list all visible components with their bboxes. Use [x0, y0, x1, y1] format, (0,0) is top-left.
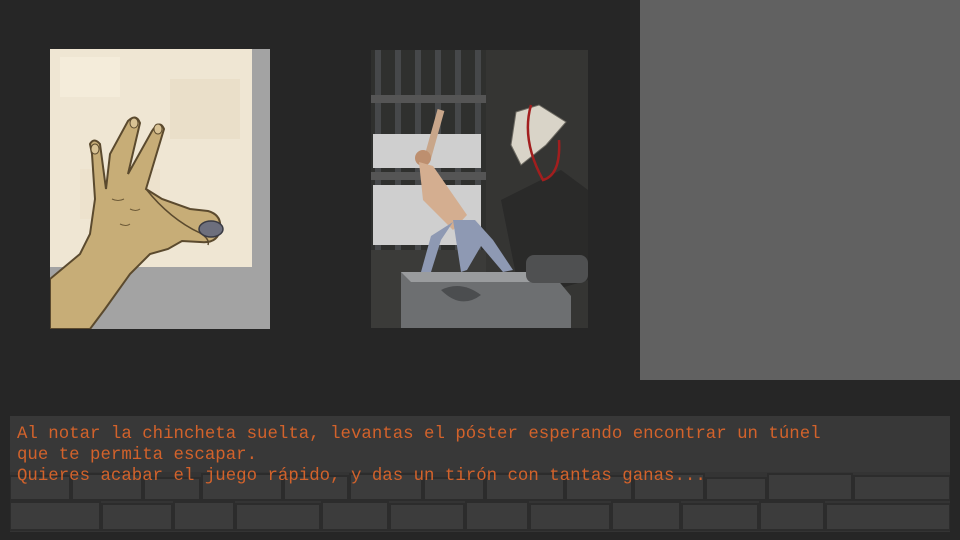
poster-pull-illustration	[371, 50, 588, 328]
dialog-line-1: Al notar la chincheta suelta, levantas e…	[17, 425, 821, 465]
hand-thumbtack-illustration	[50, 49, 270, 329]
dialog-text: Al notar la chincheta suelta, levantas e…	[17, 424, 947, 487]
comic-panel-hand	[50, 49, 270, 329]
dialog-line-2: Quieres acabar el juego rápido, y das un…	[17, 467, 706, 486]
comic-panel-poster-pull	[371, 50, 588, 328]
thumbtack-icon	[198, 220, 224, 238]
comic-panel-empty	[640, 0, 960, 380]
dialog-box[interactable]: Al notar la chincheta suelta, levantas e…	[10, 416, 950, 532]
